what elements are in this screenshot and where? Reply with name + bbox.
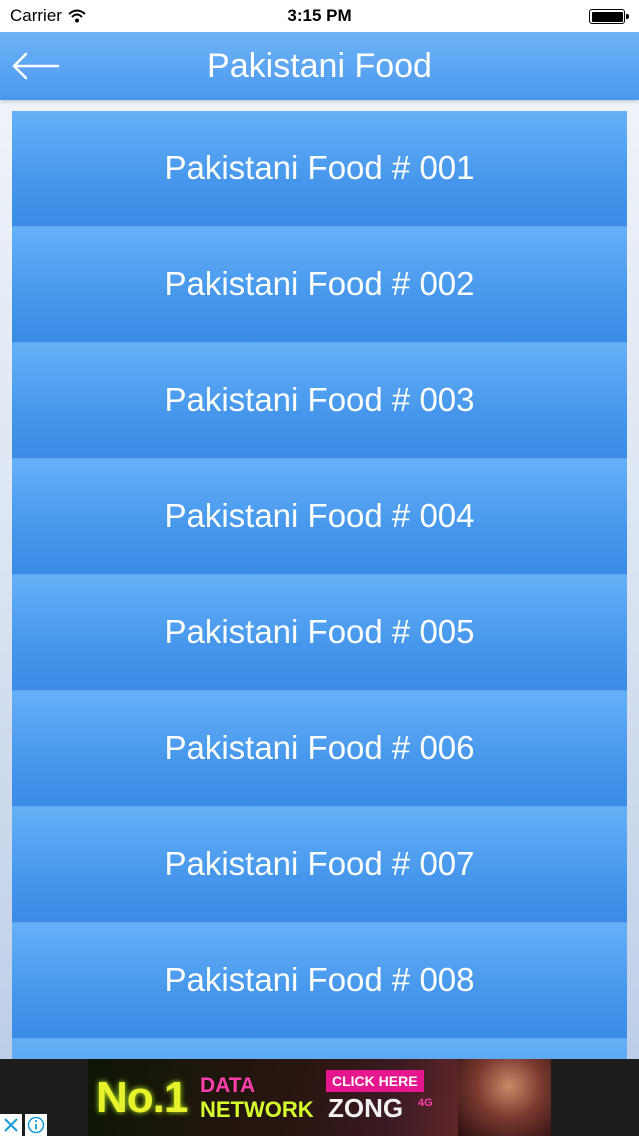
list-item-label: Pakistani Food # 006 — [164, 728, 475, 766]
status-time: 3:15 PM — [287, 6, 352, 25]
page-title: Pakistani Food — [207, 47, 432, 85]
ad-data-text: DATA — [200, 1074, 256, 1097]
back-arrow-icon — [12, 52, 60, 80]
food-list: Pakistani Food # 001 Pakistani Food # 00… — [12, 111, 627, 1059]
list-item-label: Pakistani Food # 002 — [164, 264, 475, 302]
list-item[interactable] — [12, 1039, 627, 1059]
nav-bar: Pakistani Food — [0, 32, 639, 100]
list-item-label: Pakistani Food # 003 — [164, 380, 475, 418]
list-item-label: Pakistani Food # 004 — [164, 496, 475, 534]
list-item[interactable]: Pakistani Food # 004 — [12, 459, 627, 575]
list-item-label: Pakistani Food # 007 — [164, 844, 475, 882]
back-button[interactable] — [10, 48, 62, 84]
ad-banner[interactable]: No.1 DATA NETWORK CLICK HERE ZONG 4G — [88, 1059, 551, 1136]
info-icon — [27, 1116, 45, 1134]
list-item-label: Pakistani Food # 008 — [164, 960, 475, 998]
list-item[interactable]: Pakistani Food # 005 — [12, 575, 627, 691]
list-item[interactable]: Pakistani Food # 008 — [12, 923, 627, 1039]
close-icon — [4, 1118, 18, 1132]
ad-info-button[interactable] — [25, 1114, 47, 1136]
list-item[interactable]: Pakistani Food # 007 — [12, 807, 627, 923]
ad-close-button[interactable] — [0, 1114, 22, 1136]
ad-person-image — [458, 1059, 551, 1136]
list-item[interactable]: Pakistani Food # 003 — [12, 343, 627, 459]
ad-network-text: NETWORK — [200, 1097, 314, 1122]
list-item-label: Pakistani Food # 001 — [164, 148, 475, 186]
list-item[interactable]: Pakistani Food # 001 — [12, 111, 627, 227]
ad-strip: No.1 DATA NETWORK CLICK HERE ZONG 4G — [0, 1059, 639, 1136]
list-item-label: Pakistani Food # 005 — [164, 612, 475, 650]
status-bar: Carrier 3:15 PM — [0, 0, 639, 32]
ad-no1-text: No.1 — [96, 1073, 188, 1122]
battery-icon — [589, 9, 629, 24]
ad-click-here-label: CLICK HERE — [326, 1070, 424, 1092]
ad-brand-tag: 4G — [418, 1097, 433, 1109]
ad-brand-text: ZONG — [328, 1093, 404, 1123]
list-item[interactable]: Pakistani Food # 006 — [12, 691, 627, 807]
list-item[interactable]: Pakistani Food # 002 — [12, 227, 627, 343]
